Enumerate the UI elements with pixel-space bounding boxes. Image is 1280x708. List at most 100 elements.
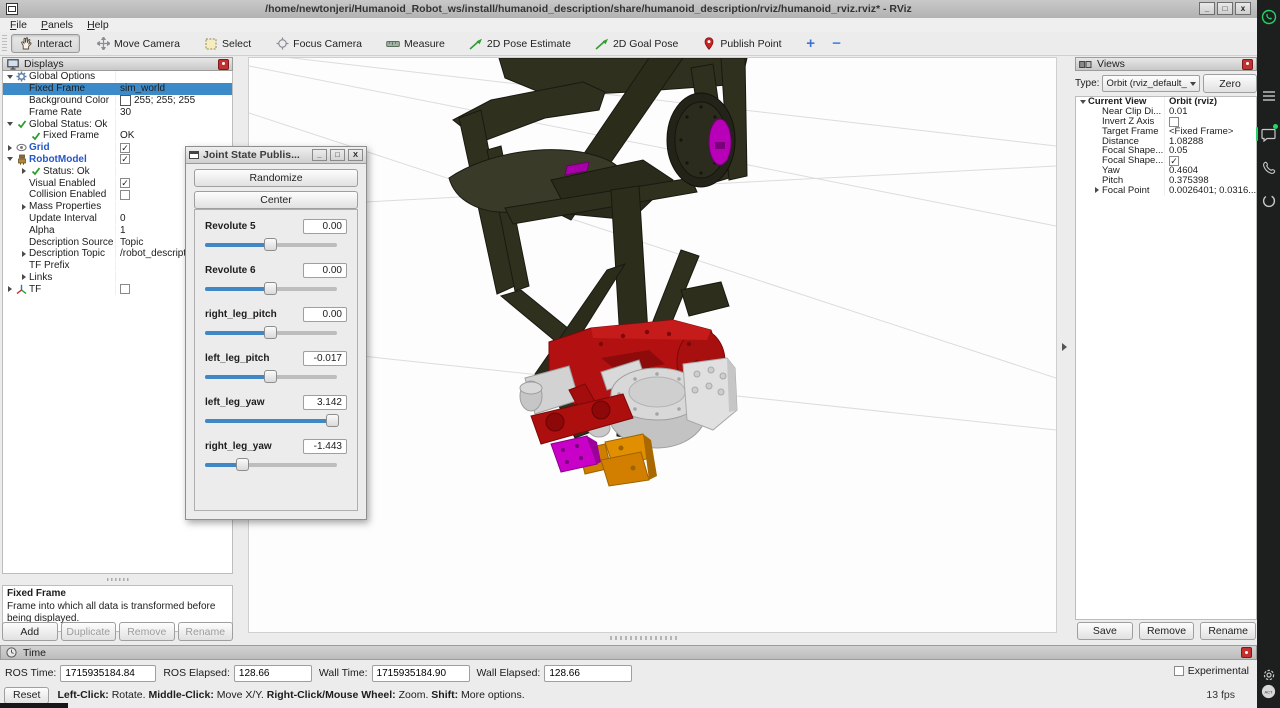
title-bar[interactable]: /home/newtonjeri/Humanoid_Robot_ws/insta…: [0, 0, 1257, 19]
time-field-input[interactable]: [60, 665, 156, 682]
checkbox[interactable]: [120, 178, 130, 188]
joint-value-field[interactable]: -0.017: [303, 351, 347, 366]
add-button[interactable]: Add: [2, 622, 58, 641]
expand-right-icon[interactable]: [22, 204, 26, 210]
maximize-button[interactable]: □: [1217, 2, 1233, 15]
tree-row[interactable]: Fixed FrameOK: [3, 130, 232, 142]
menu-help[interactable]: Help: [87, 19, 109, 31]
expand-down-icon[interactable]: [7, 75, 13, 79]
close-button[interactable]: X: [348, 149, 363, 161]
tool-measure[interactable]: Measure: [378, 35, 453, 53]
dialog-titlebar[interactable]: Joint State Publis... _□X: [186, 147, 366, 164]
experimental-checkbox[interactable]: [1174, 666, 1184, 676]
tool-label: Select: [222, 38, 251, 50]
view-type-dropdown[interactable]: Orbit (rviz_default_: [1102, 75, 1200, 92]
minimize-button[interactable]: _: [312, 149, 327, 161]
expand-right-icon[interactable]: [22, 251, 26, 257]
expand-right-icon[interactable]: [8, 286, 12, 292]
reset-button[interactable]: Reset: [4, 687, 49, 704]
tree-row[interactable]: Frame Rate30: [3, 106, 232, 118]
whatsapp-icon[interactable]: [1260, 8, 1277, 25]
joint-slider-track[interactable]: [205, 463, 337, 467]
joint-value-field[interactable]: 3.142: [303, 395, 347, 410]
expand-down-icon[interactable]: [7, 122, 13, 126]
viewport-canvas[interactable]: [248, 57, 1057, 633]
joint-value-field[interactable]: -1.443: [303, 439, 347, 454]
save-button[interactable]: Save: [1077, 622, 1133, 640]
checkbox[interactable]: [120, 284, 130, 294]
tree-row[interactable]: Focal Point0.0026401; 0.0316...: [1076, 185, 1256, 195]
joint-slider-track[interactable]: [205, 419, 337, 423]
settings-icon[interactable]: [1260, 666, 1277, 683]
close-icon[interactable]: [1242, 59, 1253, 70]
tool-move-camera[interactable]: Move Camera: [88, 34, 188, 53]
tree-row[interactable]: Global Options: [3, 71, 232, 83]
status-icon[interactable]: [1260, 192, 1277, 209]
profile-icon[interactable]: ACT: [1260, 683, 1277, 700]
chats-icon[interactable]: [1260, 126, 1277, 143]
toolbar-grip[interactable]: [2, 35, 7, 53]
close-icon[interactable]: [218, 59, 229, 70]
maximize-button[interactable]: □: [330, 149, 345, 161]
panel-collapse-arrow[interactable]: [1062, 343, 1067, 351]
slider-handle[interactable]: [264, 370, 277, 383]
views-panel-titlebar[interactable]: Views: [1075, 57, 1257, 71]
joint-value-field[interactable]: 0.00: [303, 263, 347, 278]
slider-handle[interactable]: [264, 282, 277, 295]
tool-2d-pose-estimate[interactable]: 2D Pose Estimate: [461, 35, 579, 53]
time-field-input[interactable]: [372, 665, 470, 682]
expand-right-icon[interactable]: [1095, 187, 1099, 193]
slider-handle[interactable]: [264, 238, 277, 251]
expand-right-icon[interactable]: [22, 168, 26, 174]
tool-select[interactable]: Select: [196, 35, 259, 53]
center-button[interactable]: Center: [194, 191, 358, 209]
close-button[interactable]: x: [1235, 2, 1251, 15]
color-swatch: [120, 95, 131, 106]
checkbox[interactable]: [120, 143, 130, 153]
randomize-button[interactable]: Randomize: [194, 169, 358, 187]
add-tool-button[interactable]: +: [798, 34, 824, 53]
expand-down-icon[interactable]: [1080, 100, 1086, 104]
tree-row[interactable]: Fixed Framesim_world: [3, 83, 232, 95]
close-icon[interactable]: [1241, 647, 1252, 658]
minimize-button[interactable]: _: [1199, 2, 1215, 15]
expand-right-icon[interactable]: [8, 145, 12, 151]
expand-right-icon[interactable]: [22, 274, 26, 280]
menu-panels[interactable]: Panels: [41, 19, 73, 31]
checkbox[interactable]: [120, 154, 130, 164]
zero-button[interactable]: Zero: [1203, 74, 1257, 93]
displays-panel-titlebar[interactable]: Displays: [2, 57, 233, 71]
check-icon: [15, 119, 28, 129]
menu-file[interactable]: File: [10, 19, 27, 31]
remove-tool-button[interactable]: −: [824, 34, 850, 53]
menu-icon[interactable]: [1260, 87, 1277, 104]
tree-row[interactable]: Global Status: Ok: [3, 118, 232, 130]
splitter-handle[interactable]: [107, 578, 129, 581]
time-field-input[interactable]: [234, 665, 312, 682]
slider-handle[interactable]: [264, 326, 277, 339]
time-panel-titlebar[interactable]: Time: [0, 645, 1257, 660]
calls-icon[interactable]: [1260, 159, 1277, 176]
joint-value-field[interactable]: 0.00: [303, 219, 347, 234]
rename-button[interactable]: Rename: [1200, 622, 1256, 640]
tool-2d-goal-pose[interactable]: 2D Goal Pose: [587, 35, 686, 53]
tool-focus-camera[interactable]: Focus Camera: [267, 34, 370, 53]
remove-button[interactable]: Remove: [1139, 622, 1195, 640]
tool-label: Measure: [404, 38, 445, 50]
tool-publish-point[interactable]: Publish Point: [694, 34, 789, 53]
tree-row[interactable]: Background Color255; 255; 255: [3, 95, 232, 107]
joint-slider-track[interactable]: [205, 375, 337, 379]
viewport-splitter-handle[interactable]: [610, 636, 680, 640]
joint-slider-track[interactable]: [205, 331, 337, 335]
joint-value-field[interactable]: 0.00: [303, 307, 347, 322]
joint-slider-track[interactable]: [205, 287, 337, 291]
checkbox[interactable]: [120, 190, 130, 200]
time-field-input[interactable]: [544, 665, 632, 682]
hand-icon: [19, 37, 33, 50]
slider-handle[interactable]: [326, 414, 339, 427]
expand-down-icon[interactable]: [7, 157, 13, 161]
slider-handle[interactable]: [236, 458, 249, 471]
tool-interact[interactable]: Interact: [11, 34, 80, 53]
time-field: Wall Time:: [319, 665, 470, 682]
joint-slider-track[interactable]: [205, 243, 337, 247]
